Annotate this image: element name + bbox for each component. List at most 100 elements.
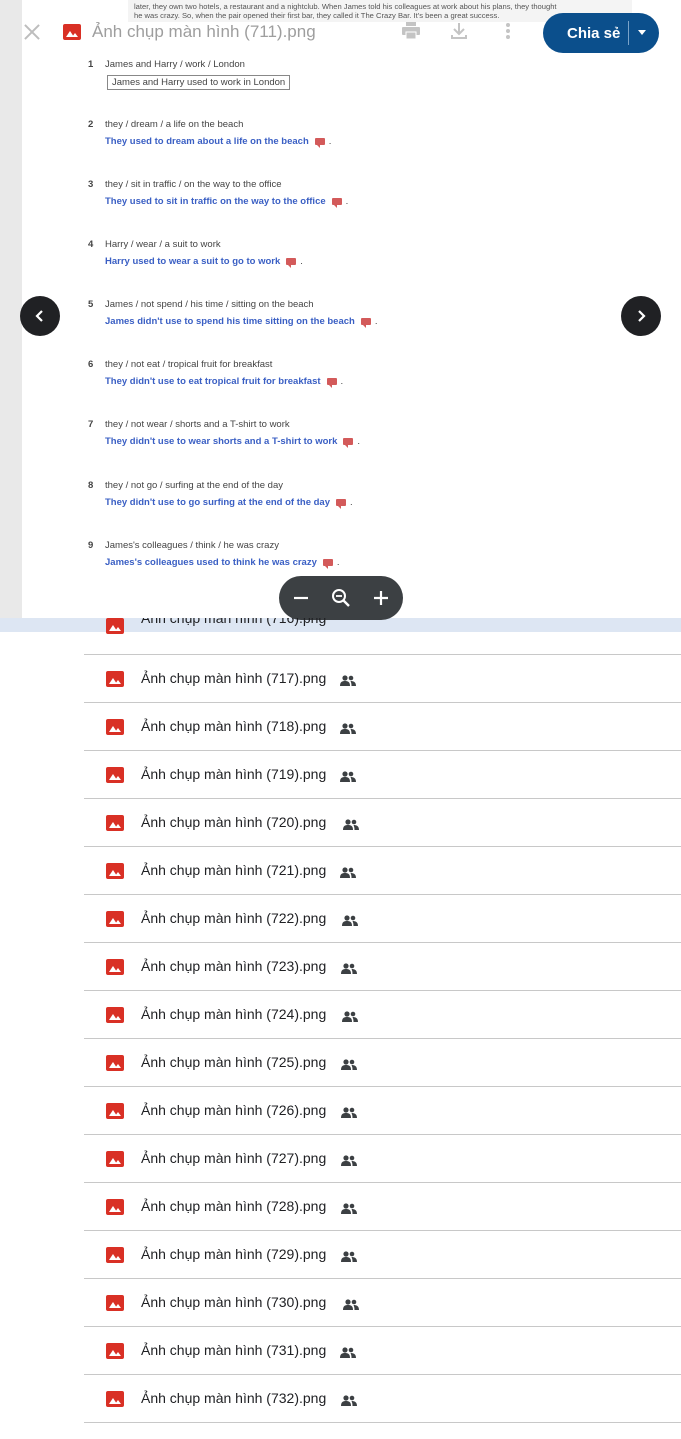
file-name: Ảnh chụp màn hình (725).png — [141, 1054, 327, 1070]
image-file-icon — [106, 1103, 124, 1119]
file-name: Ảnh chụp màn hình (731).png — [141, 1342, 327, 1358]
comment-icon — [360, 317, 371, 328]
exercise-answer-3: They used to sit in traffic on the way t… — [105, 196, 349, 208]
shared-people-icon — [341, 963, 357, 974]
exercise-answer-box-1: James and Harry used to work in London — [107, 75, 291, 90]
exercise-answer-9: James's colleagues used to think he was … — [105, 557, 340, 569]
image-file-icon — [106, 1199, 124, 1215]
file-list-item[interactable]: Ảnh chụp màn hình (719).png — [84, 751, 681, 799]
file-name: Ảnh chụp màn hình (722).png — [141, 910, 327, 926]
exercise-prompt-text: James and Harry / work / London — [105, 59, 245, 70]
image-file-icon — [106, 618, 124, 634]
exercise-answer-text: Harry used to wear a suit to go to work — [105, 256, 281, 267]
exercise-answer-text: James didn't use to spend his time sitti… — [105, 316, 355, 327]
previous-image-button[interactable] — [20, 296, 60, 336]
image-file-icon — [106, 767, 124, 783]
exercise-answer-7: They didn't use to wear shorts and a T-s… — [105, 436, 361, 448]
exercise-prompt-text: they / not wear / shorts and a T-shirt t… — [105, 419, 290, 430]
close-icon[interactable] — [22, 22, 42, 42]
file-name: Ảnh chụp màn hình (727).png — [141, 1150, 327, 1166]
image-file-icon — [106, 1151, 124, 1167]
zoom-in-icon[interactable] — [369, 586, 393, 610]
zoom-reset-icon[interactable] — [329, 586, 353, 610]
shared-people-icon — [341, 1203, 357, 1214]
file-name: Ảnh chụp màn hình (732).png — [141, 1390, 327, 1406]
file-list-item[interactable]: Ảnh chụp màn hình (721).png — [84, 847, 681, 895]
comment-icon — [322, 558, 333, 569]
file-list-item[interactable]: Ảnh chụp màn hình (726).png — [84, 1087, 681, 1135]
exercise-answer-text: They didn't use to eat tropical fruit fo… — [105, 376, 321, 387]
exercise-answer-text: They used to sit in traffic on the way t… — [105, 196, 326, 207]
file-list-item[interactable]: Ảnh chụp màn hình (723).png — [84, 943, 681, 991]
file-list-item[interactable]: Ảnh chụp màn hình (720).png — [84, 799, 681, 847]
file-name: Ảnh chụp màn hình (717).png — [141, 670, 327, 686]
exercise-prompt-1: 1 James and Harry / work / London — [88, 59, 245, 70]
file-name: Ảnh chụp màn hình (716).png — [141, 618, 327, 626]
exercise-prompt-text: Harry / wear / a suit to work — [105, 239, 221, 250]
file-list-item[interactable]: Ảnh chụp màn hình (731).png — [84, 1327, 681, 1375]
image-file-icon — [106, 671, 124, 687]
file-list-item[interactable]: Ảnh chụp màn hình (730).png — [84, 1279, 681, 1327]
exercise-prompt-2: 2 they / dream / a life on the beach — [88, 119, 243, 130]
exercise-number: 5 — [88, 299, 94, 310]
file-name: Ảnh chụp màn hình (719).png — [141, 766, 327, 782]
image-file-icon — [106, 719, 124, 735]
comment-icon — [331, 197, 342, 208]
comment-icon — [326, 377, 337, 388]
file-list-item[interactable]: Ảnh chụp màn hình (725).png — [84, 1039, 681, 1087]
exercise-prompt-text: James's colleagues / think / he was craz… — [105, 540, 279, 551]
exercise-answer-5: James didn't use to spend his time sitti… — [105, 316, 378, 328]
share-divider — [628, 21, 629, 45]
viewer-left-margin — [0, 0, 22, 620]
chevron-left-icon — [35, 310, 43, 322]
share-button-label: Chia sẻ — [567, 25, 621, 42]
file-list-item[interactable]: Ảnh chụp màn hình (724).png — [84, 991, 681, 1039]
image-file-icon — [106, 1247, 124, 1263]
shared-people-icon — [340, 867, 356, 878]
file-list-item[interactable]: Ảnh chụp màn hình (727).png — [84, 1135, 681, 1183]
file-name: Ảnh chụp màn hình (718).png — [141, 718, 327, 734]
image-file-icon — [106, 815, 124, 831]
exercise-answer-text: James's colleagues used to think he was … — [105, 557, 317, 568]
exercise-prompt-text: they / not go / surfing at the end of th… — [105, 480, 283, 491]
file-list-item[interactable]: Ảnh chụp màn hình (732).png — [84, 1375, 681, 1423]
shared-people-icon — [340, 675, 356, 686]
more-vert-icon[interactable] — [496, 22, 520, 45]
shared-people-icon — [342, 915, 358, 926]
file-list-item[interactable]: Ảnh chụp màn hình (718).png — [84, 703, 681, 751]
exercise-answer-text: They didn't use to go surfing at the end… — [105, 497, 330, 508]
exercise-number: 1 — [88, 59, 94, 70]
shared-people-icon — [341, 1155, 357, 1166]
print-icon[interactable] — [399, 22, 423, 45]
shared-people-icon — [340, 1347, 356, 1358]
exercise-prompt-4: 4 Harry / wear / a suit to work — [88, 239, 221, 250]
shared-people-icon — [343, 819, 359, 830]
file-list-item[interactable]: Ảnh chụp màn hình (729).png — [84, 1231, 681, 1279]
exercise-number: 4 — [88, 239, 94, 250]
shared-people-icon — [340, 771, 356, 782]
exercise-answer-2: They used to dream about a life on the b… — [105, 136, 332, 148]
image-file-icon — [106, 911, 124, 927]
file-list-item[interactable]: Ảnh chụp màn hình (722).png — [84, 895, 681, 943]
exercise-number: 9 — [88, 540, 94, 551]
shared-people-icon — [343, 1299, 359, 1310]
file-list: Ảnh chụp màn hình (717).png Ảnh chụp màn … — [84, 655, 681, 1423]
zoom-out-icon[interactable] — [289, 586, 313, 610]
exercise-number: 7 — [88, 419, 94, 430]
next-image-button[interactable] — [621, 296, 661, 336]
image-file-icon — [106, 1343, 124, 1359]
chevron-down-icon[interactable] — [638, 30, 646, 35]
zoom-toolbar — [279, 576, 403, 620]
exercise-prompt-text: James / not spend / his time / sitting o… — [105, 299, 314, 310]
file-name: Ảnh chụp màn hình (721).png — [141, 862, 327, 878]
file-list-item[interactable]: Ảnh chụp màn hình (717).png — [84, 655, 681, 703]
exercise-prompt-3: 3 they / sit in traffic / on the way to t… — [88, 179, 282, 190]
file-list-item[interactable]: Ảnh chụp màn hình (716).png — [84, 618, 681, 655]
share-button[interactable]: Chia sẻ — [543, 13, 659, 53]
file-list-item[interactable]: Ảnh chụp màn hình (728).png — [84, 1183, 681, 1231]
file-name: Ảnh chụp màn hình (720).png — [141, 814, 327, 830]
exercise-answer-text: James and Harry used to work in London — [112, 77, 286, 88]
download-icon[interactable] — [447, 22, 471, 45]
exercise-prompt-5: 5 James / not spend / his time / sitting … — [88, 299, 314, 310]
exercise-number: 6 — [88, 359, 94, 370]
